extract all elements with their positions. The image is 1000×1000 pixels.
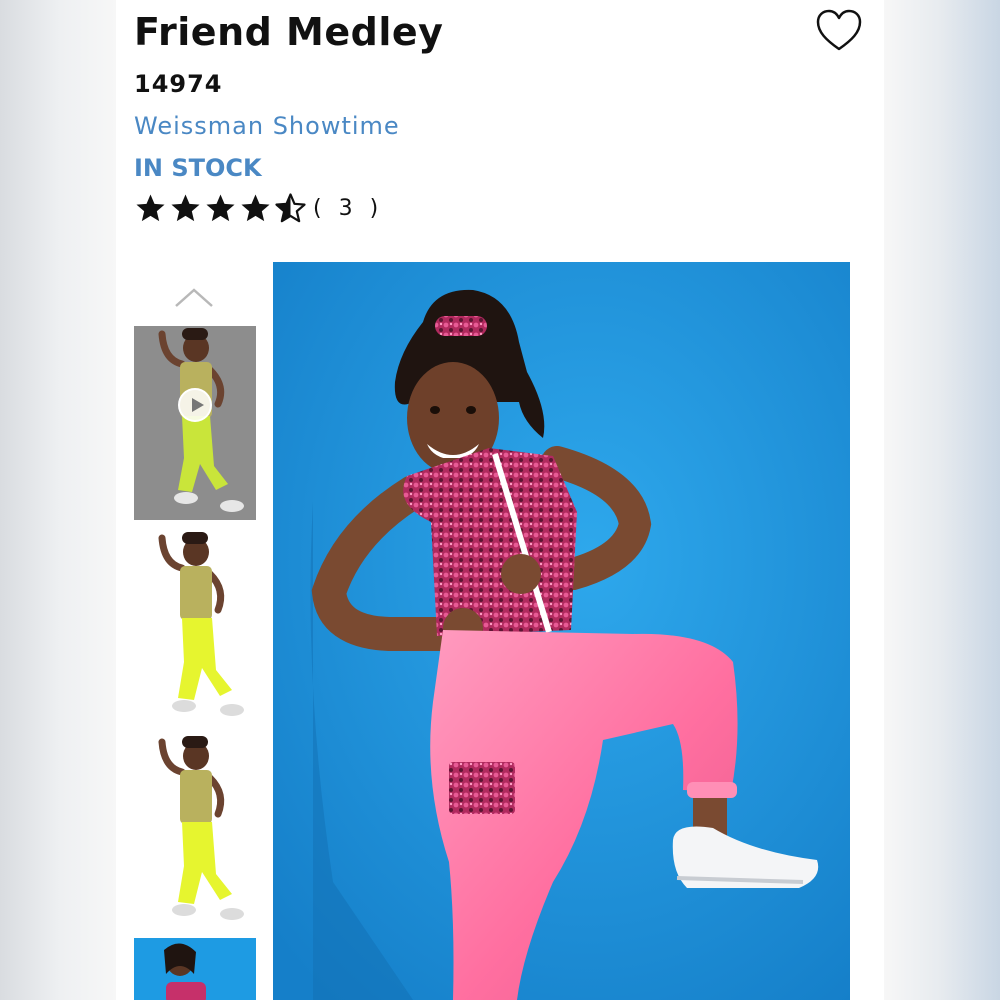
star-icon	[171, 193, 200, 221]
star-icon	[136, 193, 165, 221]
star-icon	[241, 193, 270, 221]
product-card: Friend Medley 14974 Weissman Showtime IN…	[116, 0, 884, 1000]
chevron-up-icon	[175, 288, 213, 307]
thumbnail-image	[134, 530, 256, 724]
thumbnail-image	[134, 326, 256, 520]
review-count[interactable]: ( 3 )	[313, 196, 383, 221]
heart-outline-icon	[816, 9, 862, 51]
product-title: Friend Medley	[134, 10, 444, 54]
product-sku: 14974	[134, 70, 223, 98]
thumbnail-image	[134, 938, 256, 1000]
gallery-thumbnail[interactable]	[134, 938, 256, 1000]
product-photo	[273, 262, 850, 1000]
main-product-image[interactable]	[273, 262, 850, 1000]
gallery-thumbnail-video[interactable]	[134, 326, 256, 520]
favorite-button[interactable]	[814, 8, 864, 54]
product-rating[interactable]: ( 3 )	[134, 190, 383, 226]
gallery-thumbnail[interactable]	[134, 734, 256, 928]
play-icon	[178, 388, 212, 422]
gallery-scroll-up-button[interactable]	[172, 282, 216, 312]
brand-link[interactable]: Weissman Showtime	[134, 112, 400, 140]
gallery-thumbnail[interactable]	[134, 530, 256, 724]
thumbnail-image	[134, 734, 256, 928]
stock-status: IN STOCK	[134, 154, 262, 182]
star-icon	[206, 193, 235, 221]
star-half-icon	[275, 192, 306, 222]
